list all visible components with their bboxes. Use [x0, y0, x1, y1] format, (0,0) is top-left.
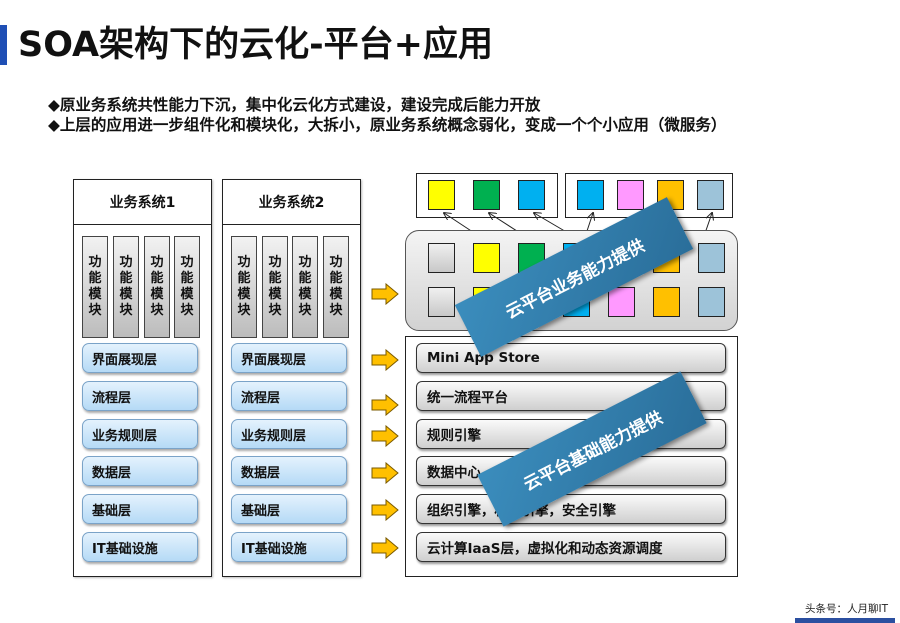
module-char: 模	[298, 287, 312, 302]
module-char: 模	[237, 287, 251, 302]
right-arrow-icon	[371, 462, 399, 484]
layer-it-infra: IT基础设施	[82, 532, 198, 562]
module-char: 功	[329, 255, 343, 270]
capability-square	[698, 243, 725, 273]
layer-business-rules: 业务规则层	[231, 419, 347, 449]
platform-layer-iaas: 云计算IaaS层，虚拟化和动态资源调度	[416, 532, 726, 562]
function-module: 功能模块	[231, 236, 257, 338]
capability-square	[653, 287, 680, 317]
layer-ui: 界面展现层	[231, 343, 347, 373]
right-arrow-icon	[371, 537, 399, 559]
business-system-1: 业务系统1 功能模块 功能模块 功能模块 功能模块 界面展现层 流程层 业务规则…	[73, 179, 212, 577]
right-arrow-icon	[371, 349, 399, 371]
capability-square	[608, 287, 635, 317]
title-accent-bar	[0, 25, 7, 65]
platform-layer-engines: 组织引擎，权限引擎，安全引擎	[416, 494, 726, 524]
module-char: 能	[88, 271, 102, 286]
module-char: 能	[298, 271, 312, 286]
system-title: 业务系统2	[223, 180, 360, 225]
page-title: SOA架构下的云化-平台+应用	[18, 25, 493, 65]
system-title: 业务系统1	[74, 180, 211, 225]
module-char: 块	[237, 303, 251, 318]
module-char: 块	[298, 303, 312, 318]
layer-ui: 界面展现层	[82, 343, 198, 373]
capability-square	[428, 243, 455, 273]
module-char: 功	[268, 255, 282, 270]
module-char: 块	[180, 303, 194, 318]
app-module-square	[518, 180, 545, 210]
module-char: 功	[180, 255, 194, 270]
layer-process: 流程层	[231, 381, 347, 411]
function-module: 功能模块	[262, 236, 288, 338]
module-char: 模	[329, 287, 343, 302]
app-module-square	[473, 180, 500, 210]
app-module-square	[697, 180, 724, 210]
bullet-item: ◆原业务系统共性能力下沉，集中化云化方式建设，建设完成后能力开放	[48, 96, 541, 114]
layer-process: 流程层	[82, 381, 198, 411]
function-module: 功能模块	[323, 236, 349, 338]
footer-accent-bar	[795, 618, 895, 623]
business-system-2: 业务系统2 功能模块 功能模块 功能模块 功能模块 界面展现层 流程层 业务规则…	[222, 179, 361, 577]
module-char: 模	[88, 287, 102, 302]
module-char: 功	[298, 255, 312, 270]
layer-base: 基础层	[82, 494, 198, 524]
module-char: 能	[268, 271, 282, 286]
function-module: 功能模块	[174, 236, 200, 338]
platform-layer-mini-app-store: Mini App Store	[416, 343, 726, 373]
function-module: 功能模块	[144, 236, 170, 338]
capability-square	[698, 287, 725, 317]
footer-credit: 头条号：人月聊IT	[804, 603, 888, 615]
right-arrow-icon	[371, 394, 399, 416]
module-char: 模	[150, 287, 164, 302]
module-char: 能	[150, 271, 164, 286]
module-char: 功	[88, 255, 102, 270]
module-char: 模	[268, 287, 282, 302]
function-module: 功能模块	[82, 236, 108, 338]
capability-square	[473, 243, 500, 273]
function-module: 功能模块	[113, 236, 139, 338]
layer-base: 基础层	[231, 494, 347, 524]
layer-data: 数据层	[82, 456, 198, 486]
module-char: 块	[88, 303, 102, 318]
app-module-square	[577, 180, 604, 210]
module-char: 功	[150, 255, 164, 270]
module-char: 能	[180, 271, 194, 286]
module-char: 模	[180, 287, 194, 302]
layer-it-infra: IT基础设施	[231, 532, 347, 562]
function-module: 功能模块	[292, 236, 318, 338]
layer-business-rules: 业务规则层	[82, 419, 198, 449]
right-arrow-icon	[371, 283, 399, 305]
bullet-item: ◆上层的应用进一步组件化和模块化，大拆小，原业务系统概念弱化，变成一个个小应用（…	[48, 116, 727, 134]
module-char: 功	[119, 255, 133, 270]
module-char: 能	[119, 271, 133, 286]
module-char: 能	[237, 271, 251, 286]
module-char: 块	[119, 303, 133, 318]
module-char: 块	[268, 303, 282, 318]
module-char: 块	[150, 303, 164, 318]
module-char: 模	[119, 287, 133, 302]
capability-square	[428, 287, 455, 317]
bullet-list: ◆原业务系统共性能力下沉，集中化云化方式建设，建设完成后能力开放 ◆上层的应用进…	[48, 95, 728, 135]
app-module-square	[428, 180, 455, 210]
app-module-square	[617, 180, 644, 210]
module-char: 块	[329, 303, 343, 318]
app-group-1	[416, 173, 558, 218]
layer-data: 数据层	[231, 456, 347, 486]
module-char: 功	[237, 255, 251, 270]
module-char: 能	[329, 271, 343, 286]
right-arrow-icon	[371, 425, 399, 447]
right-arrow-icon	[371, 499, 399, 521]
